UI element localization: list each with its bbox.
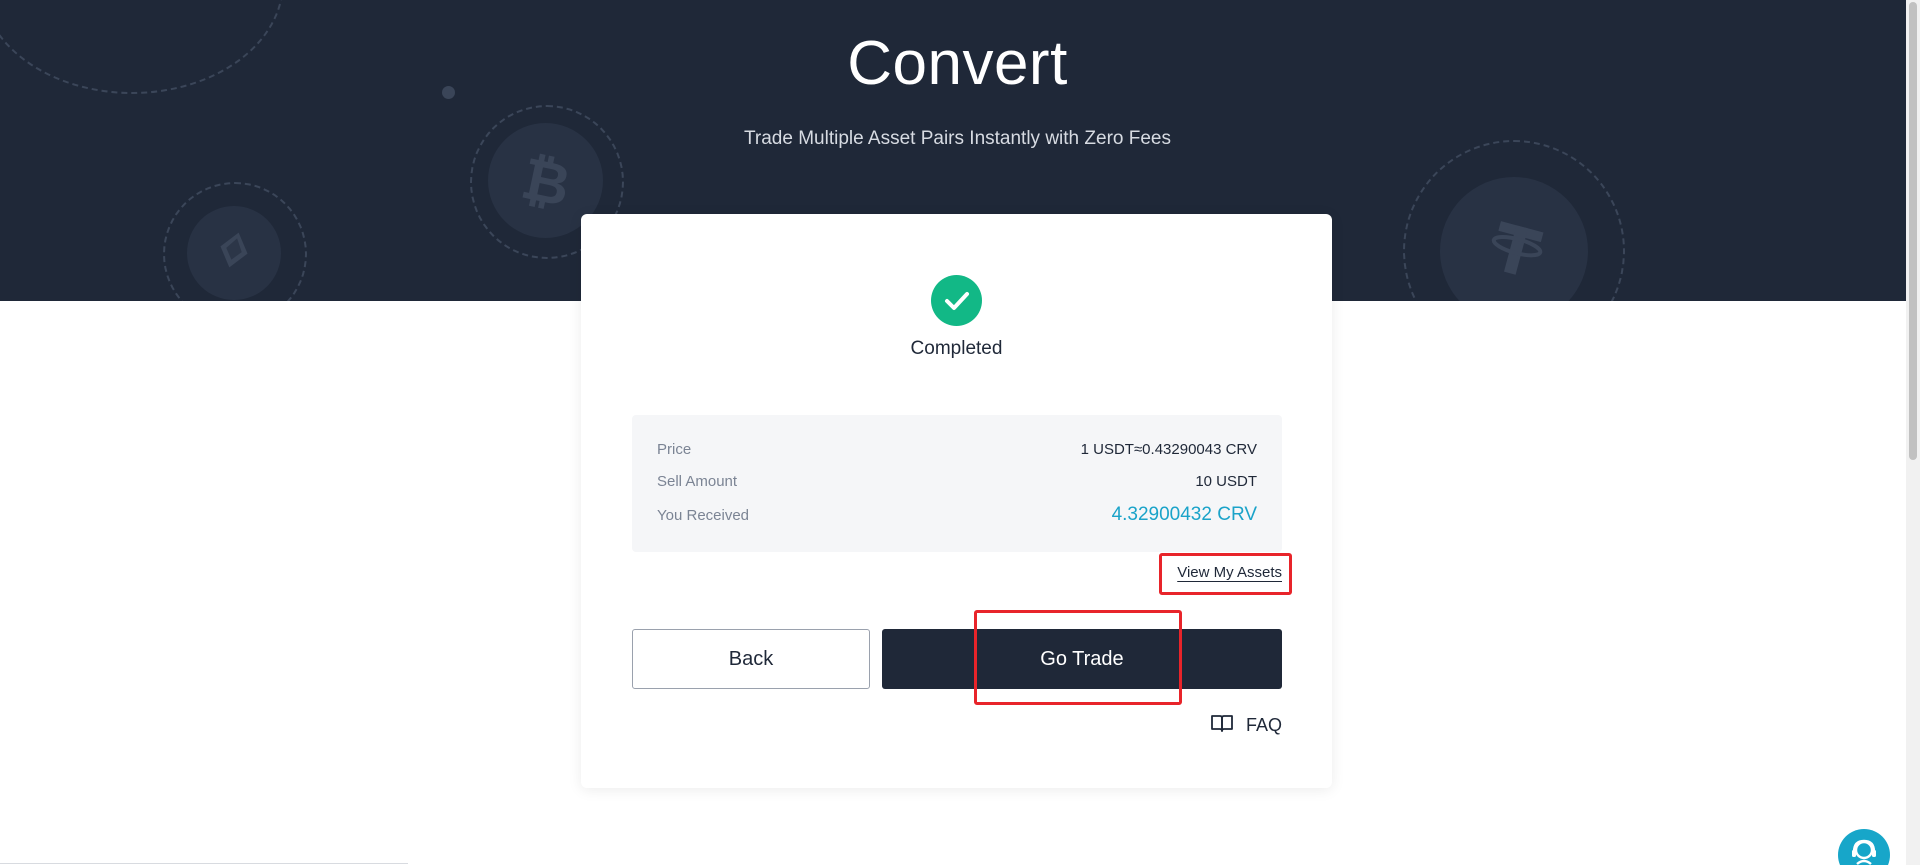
summary-label: You Received [657, 506, 750, 524]
check-circle-icon [931, 275, 982, 326]
tether-icon [1488, 220, 1544, 285]
summary-label: Sell Amount [657, 473, 738, 490]
page-title: Convert [847, 29, 1068, 98]
svg-text:₿: ₿ [520, 150, 572, 214]
page: ₿ Convert Trade Multiple Asset Pairs Ins [0, 0, 1920, 865]
faq-link[interactable]: FAQ [1210, 713, 1282, 738]
bitcoin-icon: ₿ [516, 144, 576, 220]
summary-value: 10 USDT [1195, 473, 1257, 490]
support-chat-button[interactable] [1838, 829, 1890, 865]
summary-row-sell-amount: Sell Amount 10 USDT [657, 473, 1257, 490]
page-scrollbar[interactable] [1906, 0, 1920, 865]
page-subtitle: Trade Multiple Asset Pairs Instantly wit… [744, 128, 1171, 149]
ethereum-icon [218, 230, 250, 275]
summary-label: Price [657, 441, 692, 458]
result-card: Completed Price 1 USDT≈0.43290043 CRV Se… [581, 214, 1332, 788]
summary-row-received: You Received 4.32900432 CRV [657, 504, 1257, 526]
scrollbar-thumb[interactable] [1909, 2, 1917, 460]
order-summary: Price 1 USDT≈0.43290043 CRV Sell Amount … [632, 415, 1282, 552]
book-icon [1210, 713, 1234, 738]
faq-label: FAQ [1245, 715, 1282, 735]
divider [0, 863, 408, 864]
status-text: Completed [910, 338, 1003, 359]
back-button[interactable]: Back [632, 629, 870, 689]
summary-value: 1 USDT≈0.43290043 CRV [1080, 441, 1257, 458]
received-amount: 4.32900432 CRV [1111, 504, 1257, 525]
view-my-assets-link[interactable]: View My Assets [1177, 564, 1282, 581]
summary-row-price: Price 1 USDT≈0.43290043 CRV [657, 441, 1257, 458]
go-trade-button[interactable]: Go Trade [882, 629, 1282, 689]
customer-support-icon [1849, 837, 1879, 865]
